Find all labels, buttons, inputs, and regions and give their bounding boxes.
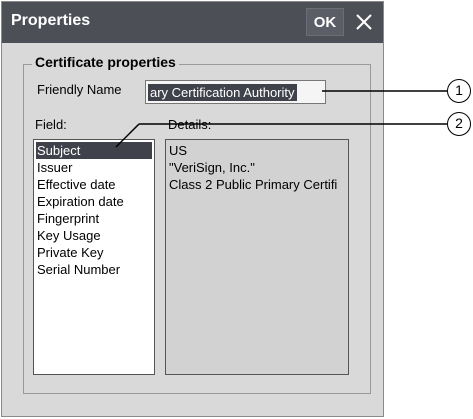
callout-leaders [115, 90, 447, 148]
callout-1: 1 [447, 79, 471, 103]
callout-2-leader-a [115, 123, 140, 148]
callout-2: 2 [447, 112, 471, 136]
